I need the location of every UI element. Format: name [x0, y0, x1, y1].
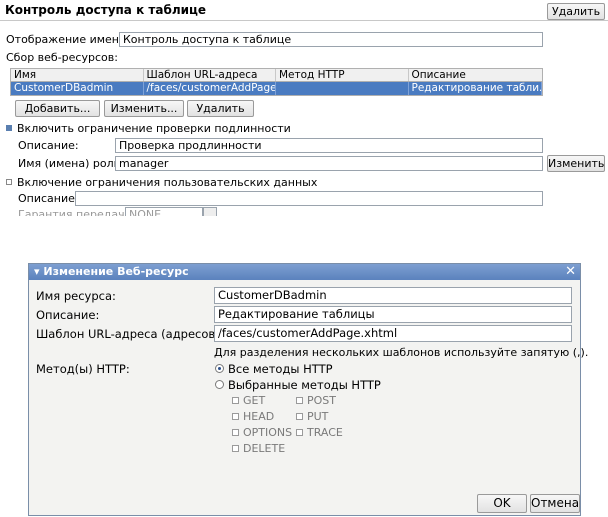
- userdata-desc-field[interactable]: [75, 191, 543, 206]
- col-header-method[interactable]: Метод HTTP: [276, 69, 409, 81]
- table-cell: [276, 82, 409, 95]
- cancel-button[interactable]: Отмена: [530, 494, 580, 513]
- url-pattern-field[interactable]: /faces/customerAddPage.xhtml: [214, 325, 572, 342]
- display-name-label: Отображение имени:: [6, 33, 130, 46]
- header-divider: [0, 20, 608, 21]
- chevron-down-icon[interactable]: [203, 207, 217, 216]
- col-header-description[interactable]: Описание: [409, 69, 543, 81]
- trace-checkbox[interactable]: [296, 429, 303, 436]
- all-methods-label: Все методы HTTP: [228, 362, 333, 376]
- delete-constraint-button[interactable]: Удалить: [547, 3, 605, 20]
- delete-resource-button[interactable]: Удалить: [187, 100, 254, 117]
- put-checkbox[interactable]: [296, 413, 303, 420]
- collection-label: Сбор веб-ресурсов:: [6, 51, 118, 64]
- put-label: PUT: [307, 410, 329, 423]
- ok-button[interactable]: OK: [477, 494, 527, 513]
- auth-desc-label: Описание:: [18, 139, 79, 152]
- post-checkbox[interactable]: [296, 397, 303, 404]
- clipped-row: Гарантия передачи: NONE: [0, 206, 608, 216]
- get-checkbox[interactable]: [232, 397, 239, 404]
- dialog-title: Изменение Веб-ресурс: [43, 265, 189, 278]
- col-header-url[interactable]: Шаблон URL-адреса: [144, 69, 276, 81]
- http-methods-label: Метод(ы) HTTP:: [36, 362, 130, 376]
- edit-roles-button[interactable]: Изменить: [547, 155, 605, 172]
- table-row[interactable]: CustomerDBadmin /faces/customerAddPage..…: [11, 82, 542, 95]
- get-label: GET: [243, 394, 266, 407]
- userdata-desc-label: Описание:: [18, 192, 79, 205]
- resource-name-label: Имя ресурса:: [36, 289, 116, 303]
- head-label: HEAD: [243, 410, 275, 423]
- close-icon[interactable]: ✕: [565, 264, 576, 280]
- trace-label: TRACE: [307, 426, 343, 439]
- dialog-titlebar: ▾ Изменение Веб-ресурс ✕: [29, 264, 580, 280]
- edit-web-resource-dialog: ▾ Изменение Веб-ресурс ✕ Имя ресурса: Cu…: [28, 263, 588, 516]
- auth-desc-field[interactable]: Проверка продлинности: [115, 138, 543, 153]
- table-cell: /faces/customerAddPage....: [144, 82, 276, 95]
- dialog-desc-label: Описание:: [36, 308, 100, 322]
- auth-constraint-label: Включить ограничение проверки подлинност…: [17, 122, 291, 135]
- table-cell: Редактирование табли...: [409, 82, 542, 95]
- dialog-desc-field[interactable]: Редактирование таблицы: [214, 306, 572, 323]
- edit-resource-button[interactable]: Изменить...: [104, 100, 184, 117]
- col-header-name[interactable]: Имя: [11, 69, 144, 81]
- web-resource-table: Имя Шаблон URL-адреса Метод HTTP Описани…: [10, 68, 543, 96]
- guarantee-select[interactable]: NONE: [125, 207, 203, 216]
- url-pattern-label: Шаблон URL-адреса (адресов):: [36, 327, 224, 341]
- table-cell: CustomerDBadmin: [11, 82, 144, 95]
- userdata-constraint-checkbox[interactable]: [6, 179, 12, 185]
- resource-name-field[interactable]: CustomerDBadmin: [214, 287, 572, 304]
- add-resource-button[interactable]: Добавить...: [15, 100, 100, 117]
- selected-methods-label: Выбранные методы HTTP: [228, 378, 381, 392]
- guarantee-label: Гарантия передачи:: [18, 208, 136, 216]
- delete-label: DELETE: [243, 442, 286, 455]
- url-pattern-hint: Для разделения нескольких шаблонов испол…: [214, 346, 589, 359]
- roles-label: Имя (имена) роли:: [18, 157, 125, 170]
- all-methods-radio[interactable]: [215, 364, 224, 373]
- delete-checkbox[interactable]: [232, 445, 239, 452]
- selected-methods-radio[interactable]: [215, 380, 224, 389]
- roles-field[interactable]: manager: [115, 156, 543, 171]
- auth-constraint-checkbox[interactable]: [6, 125, 12, 131]
- post-label: POST: [307, 394, 336, 407]
- display-name-field[interactable]: Контроль доступа к таблице: [119, 32, 543, 47]
- userdata-constraint-label: Включение ограничения пользовательских д…: [17, 176, 318, 189]
- collapse-triangle-icon[interactable]: ▾: [34, 265, 40, 278]
- options-checkbox[interactable]: [232, 429, 239, 436]
- table-header: Имя Шаблон URL-адреса Метод HTTP Описани…: [11, 69, 542, 82]
- options-label: OPTIONS: [243, 426, 293, 439]
- head-checkbox[interactable]: [232, 413, 239, 420]
- page-title: Контроль доступа к таблице: [5, 3, 207, 17]
